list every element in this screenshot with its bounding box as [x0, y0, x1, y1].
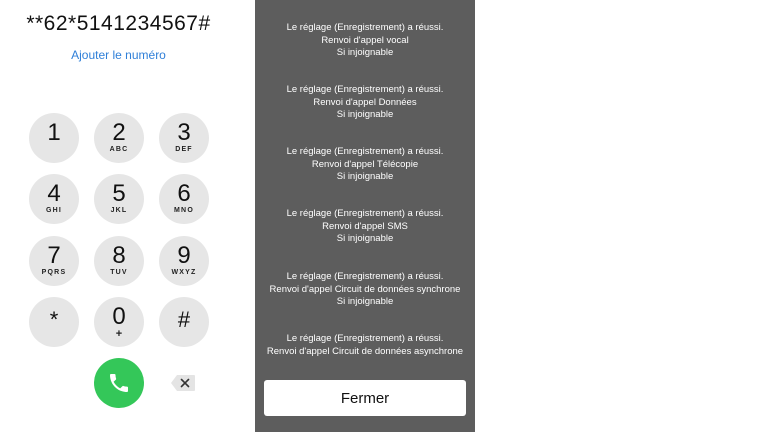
result-message: Le réglage (Enregistrement) a réussi. Re…: [255, 271, 475, 309]
key-4[interactable]: 4 GHI: [29, 174, 79, 224]
dialed-number: **62*5141234567#: [26, 12, 211, 35]
key-1[interactable]: 1: [29, 113, 79, 163]
key-2[interactable]: 2 ABC: [94, 113, 144, 163]
message-line: Si injoignable: [336, 296, 394, 307]
key-digit: 5: [112, 180, 126, 207]
message-line: Renvoi d'appel Circuit de données asynch…: [266, 345, 464, 357]
result-message: Le réglage (Enregistrement) a réussi. Re…: [255, 146, 475, 184]
message-line: Le réglage (Enregistrement) a réussi.: [286, 22, 444, 33]
message-list[interactable]: Le réglage (Enregistrement) a réussi. Re…: [255, 0, 475, 356]
key-digit: 8: [112, 242, 126, 269]
phone-icon: [110, 374, 128, 392]
key-star[interactable]: *: [29, 297, 79, 347]
key-digit: 1: [47, 119, 61, 146]
message-line: Le réglage (Enregistrement) a réussi.: [286, 84, 444, 95]
key-8[interactable]: 8 TUV: [94, 236, 144, 286]
key-letters: +: [115, 328, 123, 340]
key-hash[interactable]: #: [159, 297, 209, 347]
message-line: Le réglage (Enregistrement) a réussi.: [286, 146, 444, 157]
message-line: Renvoi d'appel vocal: [321, 34, 409, 46]
key-digit: 4: [47, 180, 61, 207]
key-digit: 7: [47, 242, 61, 269]
empty-area: [475, 0, 768, 432]
key-letters: DEF: [175, 146, 193, 153]
message-line: Si injoignable: [336, 47, 394, 58]
message-line: Le réglage (Enregistrement) a réussi.: [286, 208, 444, 219]
message-line: Si injoignable: [336, 109, 394, 120]
phone-dialer: **62*5141234567# Ajouter le numéro 1 2 A…: [0, 0, 255, 432]
key-9[interactable]: 9 WXYZ: [159, 236, 209, 286]
key-5[interactable]: 5 JKL: [94, 174, 144, 224]
key-digit: 3: [177, 119, 191, 146]
message-line: Le réglage (Enregistrement) a réussi.: [286, 271, 444, 282]
key-digit: *: [49, 307, 59, 332]
result-message: Le réglage (Enregistrement) a réussi. Re…: [255, 84, 475, 122]
message-line: Renvoi d'appel Télécopie: [311, 158, 419, 170]
key-letters: PQRS: [41, 269, 67, 276]
result-message: Le réglage (Enregistrement) a réussi. Re…: [255, 333, 475, 356]
message-line: Renvoi d'appel SMS: [322, 220, 408, 232]
key-3[interactable]: 3 DEF: [159, 113, 209, 163]
key-digit: 2: [112, 119, 126, 146]
message-line: Le réglage (Enregistrement) a réussi.: [286, 333, 444, 344]
ussd-result-dialog: Le réglage (Enregistrement) a réussi. Re…: [255, 0, 475, 432]
key-digit: 6: [177, 180, 191, 207]
call-button[interactable]: [94, 358, 144, 408]
result-message: Le réglage (Enregistrement) a réussi. Re…: [255, 22, 475, 60]
key-6[interactable]: 6 MNO: [159, 174, 209, 224]
key-letters: MNO: [174, 207, 194, 214]
add-number-link[interactable]: Ajouter le numéro: [0, 48, 237, 62]
key-letters: WXYZ: [171, 269, 197, 276]
key-letters: ABC: [109, 146, 129, 153]
key-letters: GHI: [45, 207, 63, 214]
key-7[interactable]: 7 PQRS: [29, 236, 79, 286]
key-0[interactable]: 0 +: [94, 297, 144, 347]
key-digit: 0: [112, 303, 126, 330]
key-letters: TUV: [110, 269, 128, 276]
backspace-icon: [171, 375, 195, 391]
message-line: Si injoignable: [336, 171, 394, 182]
message-line: Renvoi d'appel Circuit de données synchr…: [269, 283, 461, 295]
close-button[interactable]: Fermer: [264, 380, 466, 416]
result-message: Le réglage (Enregistrement) a réussi. Re…: [255, 208, 475, 246]
message-line: Renvoi d'appel Données: [313, 96, 417, 108]
delete-button[interactable]: [170, 374, 196, 392]
key-letters: JKL: [110, 207, 128, 214]
key-digit: 9: [177, 242, 191, 269]
message-line: Si injoignable: [336, 233, 394, 244]
key-digit: #: [177, 307, 191, 332]
